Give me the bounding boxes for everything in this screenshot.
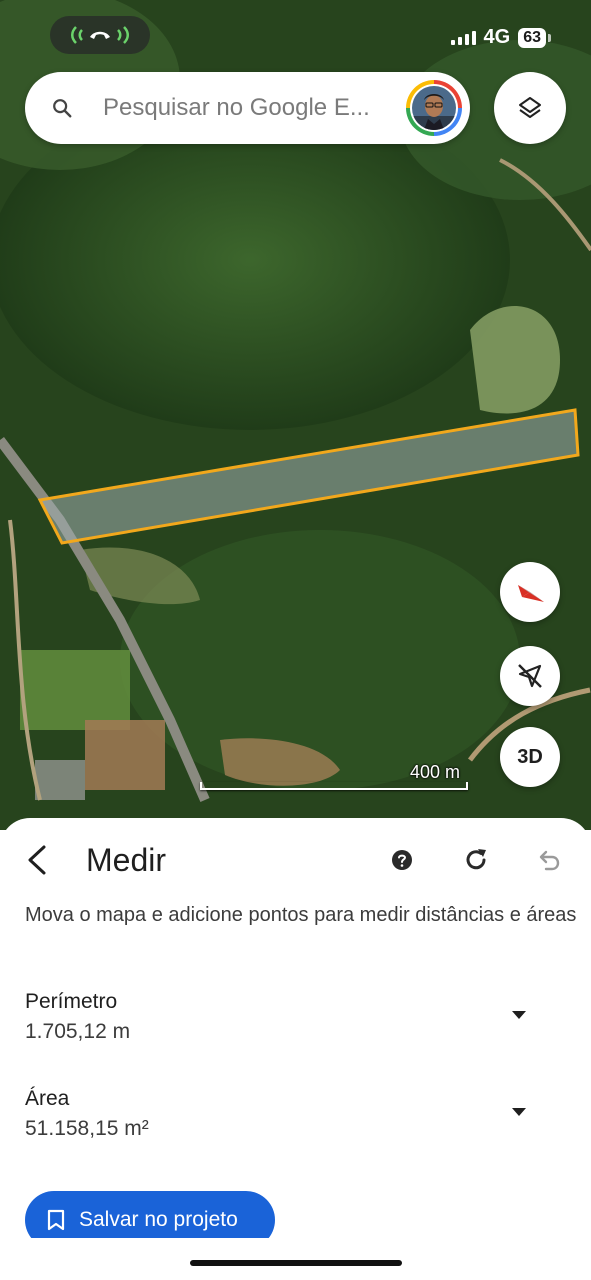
search-bar[interactable]: Pesquisar no Google E... [25, 72, 470, 144]
bookmark-icon [47, 1209, 65, 1231]
help-button[interactable] [388, 846, 416, 874]
battery-icon [548, 33, 551, 42]
search-icon [53, 99, 72, 118]
measure-instructions: Mova o mapa e adicione pontos para medir… [25, 904, 577, 926]
layers-button[interactable] [494, 72, 566, 144]
home-indicator[interactable] [190, 1260, 402, 1266]
search-input[interactable]: Pesquisar no Google E... [103, 94, 383, 122]
caret-down-icon[interactable] [511, 1010, 527, 1020]
undo-icon [539, 850, 560, 871]
network-type: 4G [483, 26, 511, 48]
caret-down-icon[interactable] [511, 1107, 527, 1117]
toggle-3d-label: 3D [517, 745, 543, 768]
area-label: Área [25, 1087, 70, 1110]
status-indicators: 4G 63 [450, 26, 551, 49]
back-icon [28, 845, 46, 875]
compass-icon [518, 585, 544, 602]
active-call-indicator[interactable] [50, 16, 150, 54]
area-row[interactable]: Área 51.158,15 m² [25, 1087, 565, 1147]
scale-label: 400 m [409, 762, 460, 782]
avatar[interactable] [406, 80, 462, 136]
layers-icon [519, 97, 541, 118]
measure-panel-header: Medir [0, 840, 591, 880]
compass-button[interactable] [500, 562, 560, 622]
map-scale: 400 m [200, 762, 468, 790]
toggle-3d-button[interactable]: 3D [500, 727, 560, 787]
perimeter-value: 1.705,12 m [25, 1020, 131, 1043]
help-icon [392, 850, 412, 870]
battery-level: 63 [518, 27, 546, 48]
save-to-project-label: Salvar no projeto [79, 1208, 238, 1231]
back-button[interactable] [18, 840, 54, 880]
profile-photo [412, 86, 456, 130]
perimeter-row[interactable]: Perímetro 1.705,12 m [25, 990, 565, 1050]
satellite-map[interactable]: 4G 63 Pesquisar no Google E... 3D 400 m [0, 0, 591, 830]
page-title: Medir [86, 842, 167, 878]
location-button[interactable] [500, 646, 560, 706]
redo-icon [466, 849, 486, 870]
redo-button[interactable] [460, 844, 492, 876]
area-value: 51.158,15 m² [25, 1117, 149, 1140]
signal-icon [450, 30, 476, 45]
location-off-icon [518, 664, 542, 688]
call-active-icon [71, 26, 129, 44]
sheet-fade [0, 1238, 591, 1262]
scale-bar [200, 782, 468, 790]
perimeter-label: Perímetro [25, 990, 118, 1013]
measure-panel: Medir Mova o mapa e adicione pontos para… [0, 818, 591, 1280]
undo-button[interactable] [532, 844, 564, 876]
